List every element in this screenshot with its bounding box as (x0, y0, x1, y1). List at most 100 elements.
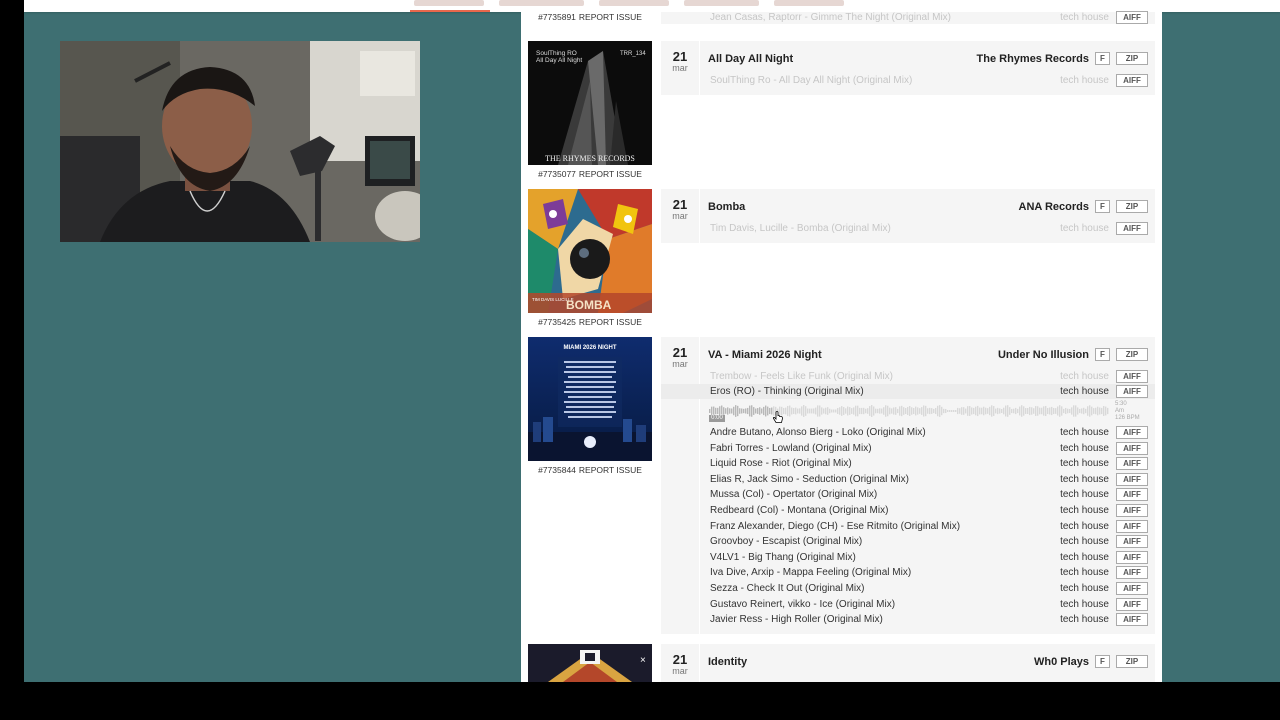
track-name: Franz Alexander, Diego (CH) - Ese Ritmit… (710, 520, 961, 532)
track-row[interactable]: Sezza - Check It Out (Original Mix) tech … (661, 581, 1155, 596)
report-issue-link[interactable]: REPORT ISSUE (579, 169, 642, 179)
close-icon[interactable]: × (640, 655, 646, 666)
waveform-bar (849, 407, 851, 415)
nav-tab[interactable] (684, 0, 759, 6)
aiff-download-button[interactable]: AIFF (1116, 426, 1148, 439)
track-row[interactable]: Mussa (Col) - Opertator (Original Mix) te… (661, 487, 1155, 502)
waveform-bar (737, 405, 739, 417)
aiff-download-button[interactable]: AIFF (1116, 11, 1148, 24)
waveform-bar (1043, 406, 1045, 416)
aiff-download-button[interactable]: AIFF (1116, 613, 1148, 627)
release-label[interactable]: The Rhymes Records (977, 53, 1089, 65)
track-row[interactable]: Franz Alexander, Diego (CH) - Ese Ritmit… (661, 519, 1155, 534)
nav-tab[interactable] (774, 0, 844, 6)
track-row[interactable]: Groovboy - Escapist (Original Mix) tech h… (661, 534, 1155, 549)
track-row[interactable]: Trembow - Feels Like Funk (Original Mix)… (661, 369, 1155, 384)
releases-panel: #7735891 REPORT ISSUE Jean Casas, Raptorr… (521, 10, 1162, 682)
track-row[interactable]: Liquid Rose - Riot (Original Mix) tech ho… (661, 456, 1155, 471)
favorite-button[interactable]: F (1095, 348, 1110, 361)
aiff-download-button[interactable]: AIFF (1116, 441, 1148, 455)
release-month: mar (672, 666, 688, 676)
zip-download-button[interactable]: ZIP (1116, 348, 1148, 361)
report-issue-link[interactable]: REPORT ISSUE (579, 465, 642, 475)
track-row[interactable]: Javier Ress - High Roller (Original Mix)… (661, 612, 1155, 627)
favorite-button[interactable]: F (1095, 200, 1110, 213)
aiff-download-button[interactable]: AIFF (1116, 385, 1148, 398)
waveform-player[interactable] (709, 403, 1110, 419)
waveform-bar (765, 405, 767, 417)
aiff-download-button[interactable]: AIFF (1116, 566, 1148, 580)
nav-tab[interactable] (414, 0, 484, 6)
aiff-download-button[interactable]: AIFF (1116, 457, 1148, 471)
track-row[interactable]: SoulThing Ro - All Day All Night (Origin… (661, 73, 1155, 88)
release-label[interactable]: ANA Records (1019, 201, 1090, 213)
release-title[interactable]: All Day All Night (708, 53, 793, 65)
waveform-bar (1001, 408, 1003, 414)
aiff-download-button[interactable]: AIFF (1116, 488, 1148, 502)
waveform-bar (817, 405, 819, 417)
aiff-download-button[interactable]: AIFF (1116, 535, 1148, 549)
track-row[interactable]: V4LV1 - Big Thang (Original Mix) tech hou… (661, 550, 1155, 565)
track-row[interactable]: Fabri Torres - Lowland (Original Mix) tec… (661, 441, 1155, 456)
release-cover[interactable]: SoulThing RO All Day All Night TRR_134 T… (528, 41, 652, 165)
report-issue-link[interactable]: REPORT ISSUE (579, 12, 642, 22)
waveform-bar (967, 406, 969, 416)
waveform-bar (987, 408, 989, 414)
track-row[interactable]: Elias R, Jack Simo - Seduction (Original… (661, 472, 1155, 487)
aiff-download-button[interactable]: AIFF (1116, 472, 1148, 486)
track-row[interactable]: Iva Dive, Arxip - Mappa Feeling (Origina… (661, 565, 1155, 580)
waveform-bar (805, 406, 807, 416)
waveform-bar (1105, 406, 1107, 416)
track-genre: tech house (1060, 551, 1109, 563)
track-genre: tech house (1060, 223, 1109, 234)
release-title[interactable]: Bomba (708, 201, 745, 213)
release-cover[interactable]: TIM DAVIS LUCILLE BOMBA (528, 189, 652, 313)
nav-tab[interactable] (499, 0, 584, 6)
favorite-button[interactable]: F (1095, 52, 1110, 65)
aiff-download-button[interactable]: AIFF (1116, 519, 1148, 533)
track-genre: tech house (1060, 583, 1109, 594)
waveform-bar (949, 410, 951, 412)
waveform-bar (791, 407, 793, 415)
track-name: Fabri Torres - Lowland (Original Mix) (710, 442, 872, 454)
track-row[interactable]: Jean Casas, Raptorr - Gimme The Night (O… (661, 10, 1155, 25)
release-cover[interactable]: × (528, 644, 652, 682)
cover-artist-text: SoulThing RO (536, 50, 577, 57)
waveform-bar (995, 408, 997, 414)
track-row[interactable]: Andre Butano, Alonso Bierg - Loko (Origi… (661, 425, 1155, 440)
release-title[interactable]: VA - Miami 2026 Night (708, 349, 822, 361)
track-name: Trembow - Feels Like Funk (Original Mix) (710, 371, 894, 382)
aiff-download-button[interactable]: AIFF (1116, 504, 1148, 517)
waveform-bar (1065, 407, 1067, 415)
track-row[interactable]: Gustavo Reinert, vikko - Ice (Original M… (661, 597, 1155, 612)
track-row-playing[interactable]: Eros (RO) - Thinking (Original Mix) tech… (661, 384, 1155, 399)
report-issue-link[interactable]: REPORT ISSUE (579, 317, 642, 327)
track-name: Tim Davis, Lucille - Bomba (Original Mix… (710, 223, 891, 234)
zip-download-button[interactable]: ZIP (1116, 200, 1148, 213)
waveform-bar (755, 408, 757, 414)
release-cover[interactable]: MIAMI 2026 NIGHT (528, 337, 652, 461)
waveform-bar (785, 407, 787, 415)
aiff-download-button[interactable]: AIFF (1116, 597, 1148, 611)
waveform-bar (1067, 408, 1069, 414)
track-row[interactable]: Redbeard (Col) - Montana (Original Mix) t… (661, 503, 1155, 518)
waveform-bar (977, 405, 979, 417)
aiff-download-button[interactable]: AIFF (1116, 550, 1148, 564)
waveform-bar (935, 407, 937, 415)
aiff-download-button[interactable]: AIFF (1116, 222, 1148, 235)
release-title[interactable]: Identity (708, 656, 747, 668)
favorite-button[interactable]: F (1095, 655, 1110, 668)
track-row[interactable]: Tim Davis, Lucille - Bomba (Original Mix… (661, 221, 1155, 236)
release-label[interactable]: Under No Illusion (998, 349, 1089, 361)
zip-download-button[interactable]: ZIP (1116, 52, 1148, 65)
release-label[interactable]: Wh0 Plays (1034, 656, 1089, 668)
aiff-download-button[interactable]: AIFF (1116, 582, 1148, 595)
nav-tab[interactable] (599, 0, 669, 6)
waveform-bar (815, 407, 817, 415)
zip-download-button[interactable]: ZIP (1116, 655, 1148, 668)
waveform-bar (887, 405, 889, 417)
aiff-download-button[interactable]: AIFF (1116, 74, 1148, 87)
waveform-bar (789, 405, 791, 417)
aiff-download-button[interactable]: AIFF (1116, 370, 1148, 383)
track-name: V4LV1 - Big Thang (Original Mix) (710, 551, 856, 563)
